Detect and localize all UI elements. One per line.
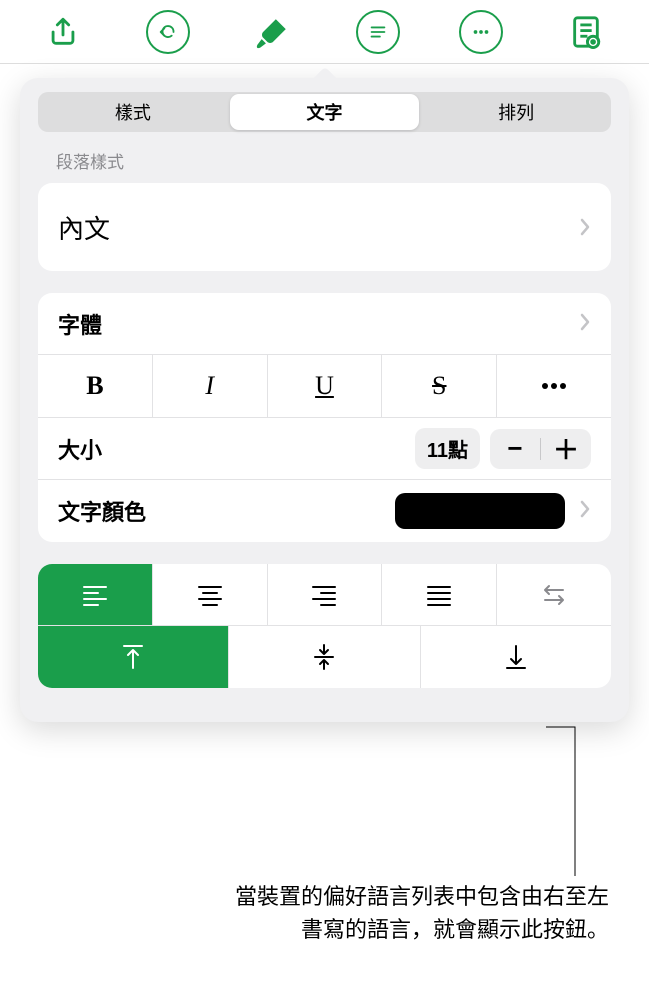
size-decrease-button[interactable]: − — [490, 429, 540, 469]
text-color-label: 文字顏色 — [58, 495, 146, 527]
app-toolbar — [0, 0, 649, 64]
v-align-row — [38, 626, 611, 688]
valign-top-button[interactable] — [38, 626, 229, 688]
undo-button[interactable] — [146, 10, 190, 54]
align-center-icon — [197, 584, 223, 606]
valign-middle-button[interactable] — [229, 626, 420, 688]
chevron-right-icon — [579, 311, 591, 337]
align-right-button[interactable] — [268, 564, 383, 625]
h-align-row — [38, 564, 611, 626]
align-center-button[interactable] — [153, 564, 268, 625]
format-button[interactable] — [249, 8, 297, 56]
paragraph-section-label: 段落樣式 — [56, 148, 629, 173]
valign-bottom-icon — [504, 643, 528, 671]
insert-button[interactable] — [356, 10, 400, 54]
share-icon — [46, 15, 80, 49]
more-icon — [470, 21, 492, 43]
align-right-icon — [311, 584, 337, 606]
align-justify-icon — [426, 584, 452, 606]
size-increase-button[interactable]: ＋ — [541, 429, 591, 469]
text-direction-button[interactable] — [497, 564, 611, 625]
tab-style[interactable]: 樣式 — [38, 92, 228, 132]
ellipsis-icon — [541, 382, 567, 390]
rtl-direction-icon — [541, 584, 567, 606]
align-left-icon — [82, 584, 108, 606]
size-row: 大小 11點 − ＋ — [38, 418, 611, 480]
font-row[interactable]: 字體 — [38, 293, 611, 355]
size-label: 大小 — [58, 433, 102, 465]
more-button[interactable] — [459, 10, 503, 54]
italic-button[interactable]: I — [153, 355, 268, 417]
align-left-button[interactable] — [38, 564, 153, 625]
bold-button[interactable]: B — [38, 355, 153, 417]
font-label: 字體 — [58, 308, 102, 340]
paintbrush-icon — [256, 15, 290, 49]
view-button[interactable] — [562, 8, 610, 56]
undo-icon — [157, 21, 179, 43]
callout-text: 當裝置的偏好語言列表中包含由右至左 書寫的語言，就會顯示此按鈕。 — [49, 880, 609, 946]
valign-middle-icon — [312, 643, 336, 671]
font-card: 字體 B I U S 大小 11點 − ＋ — [38, 293, 611, 542]
text-color-swatch — [395, 493, 565, 529]
chevron-right-icon — [579, 498, 591, 524]
paragraph-style-card: 內文 — [38, 183, 611, 271]
text-color-row[interactable]: 文字顏色 — [38, 480, 611, 542]
tab-text[interactable]: 文字 — [230, 94, 420, 130]
chevron-right-icon — [579, 212, 591, 243]
size-stepper: − ＋ — [490, 429, 591, 469]
insert-icon — [367, 21, 389, 43]
format-tabs: 樣式 文字 排列 — [38, 92, 611, 132]
popover-arrow — [311, 65, 339, 79]
valign-bottom-button[interactable] — [421, 626, 611, 688]
format-popover: 樣式 文字 排列 段落樣式 內文 字體 B I U S — [20, 78, 629, 722]
size-value[interactable]: 11點 — [415, 428, 480, 469]
alignment-card — [38, 564, 611, 688]
valign-top-icon — [121, 643, 145, 671]
callout-leader-line — [545, 726, 585, 876]
tab-arrange[interactable]: 排列 — [421, 92, 611, 132]
font-style-row: B I U S — [38, 355, 611, 418]
underline-button[interactable]: U — [268, 355, 383, 417]
paragraph-style-row[interactable]: 內文 — [38, 183, 611, 271]
font-more-button[interactable] — [497, 355, 611, 417]
document-view-icon — [569, 15, 603, 49]
align-justify-button[interactable] — [382, 564, 497, 625]
paragraph-style-value: 內文 — [58, 209, 110, 246]
share-button[interactable] — [39, 8, 87, 56]
strike-button[interactable]: S — [382, 355, 497, 417]
